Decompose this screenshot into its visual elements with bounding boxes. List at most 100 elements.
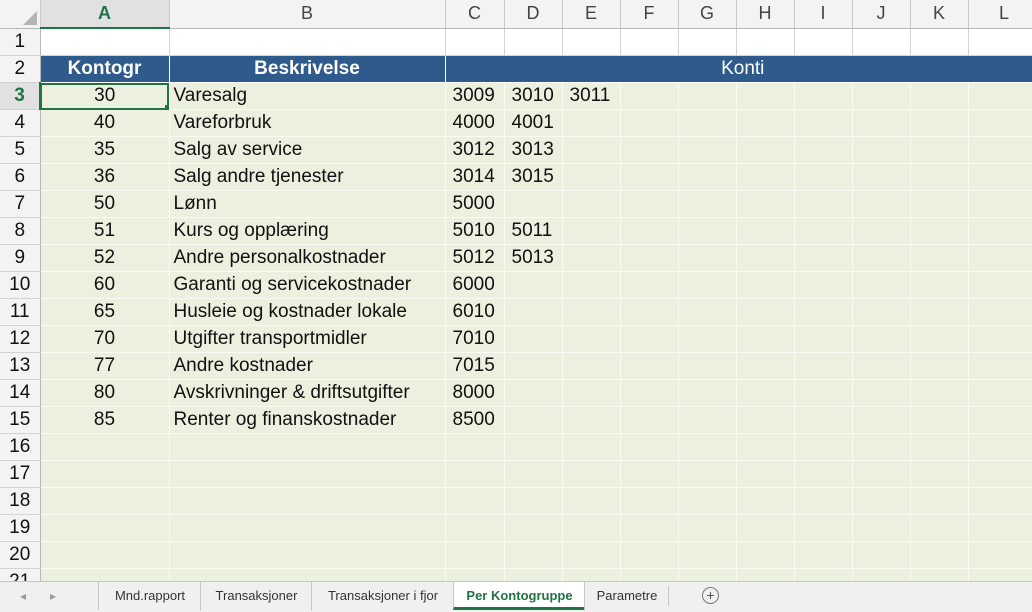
cell[interactable]: [910, 271, 969, 299]
cell[interactable]: [794, 244, 853, 272]
cell[interactable]: [620, 352, 679, 380]
beskrivelse-cell[interactable]: Avskrivninger & driftsutgifter: [169, 379, 446, 407]
cell[interactable]: [910, 136, 969, 164]
cell[interactable]: [678, 190, 737, 218]
konto-cell[interactable]: 7010: [445, 325, 505, 353]
cell[interactable]: [678, 433, 737, 461]
cell[interactable]: [169, 487, 446, 515]
header-konti[interactable]: Konti: [445, 55, 1032, 83]
row-header[interactable]: 14: [0, 379, 41, 407]
cell[interactable]: [852, 109, 911, 137]
cell[interactable]: [678, 271, 737, 299]
row-header[interactable]: 5: [0, 136, 41, 164]
cell[interactable]: [968, 271, 1032, 299]
cell[interactable]: [620, 568, 679, 581]
cell[interactable]: [620, 163, 679, 191]
konto-cell[interactable]: 5010: [445, 217, 505, 245]
column-header-c[interactable]: C: [445, 0, 505, 29]
row-header[interactable]: 10: [0, 271, 41, 299]
kontogr-cell[interactable]: 51: [40, 217, 170, 245]
cell[interactable]: [620, 82, 679, 110]
konto-cell[interactable]: 3015: [504, 163, 563, 191]
cell[interactable]: [910, 379, 969, 407]
cell[interactable]: [910, 82, 969, 110]
row-header[interactable]: 6: [0, 163, 41, 191]
sheet-tab-per-kontogruppe[interactable]: Per Kontogruppe: [453, 582, 585, 610]
cell[interactable]: [968, 190, 1032, 218]
cell[interactable]: [504, 541, 563, 569]
cell[interactable]: [968, 541, 1032, 569]
cell[interactable]: [794, 406, 853, 434]
cell[interactable]: [910, 433, 969, 461]
cell[interactable]: [504, 514, 563, 542]
cell[interactable]: [968, 460, 1032, 488]
column-header-g[interactable]: G: [678, 0, 737, 29]
cell[interactable]: [794, 487, 853, 515]
cell[interactable]: [40, 487, 170, 515]
cell[interactable]: [504, 460, 563, 488]
cell[interactable]: [678, 217, 737, 245]
konto-cell[interactable]: [504, 325, 563, 353]
cell[interactable]: [736, 190, 795, 218]
column-header-b[interactable]: B: [169, 0, 446, 29]
cell[interactable]: [678, 379, 737, 407]
beskrivelse-cell[interactable]: Andre personalkostnader: [169, 244, 446, 272]
cell[interactable]: [504, 433, 563, 461]
konto-cell[interactable]: [562, 379, 621, 407]
cell[interactable]: [910, 487, 969, 515]
kontogr-cell[interactable]: 85: [40, 406, 170, 434]
row-header[interactable]: 15: [0, 406, 41, 434]
cell[interactable]: [910, 406, 969, 434]
sheet-tab-parametre[interactable]: Parametre: [584, 582, 669, 610]
konto-cell[interactable]: [562, 190, 621, 218]
cell[interactable]: [794, 109, 853, 137]
column-header-d[interactable]: D: [504, 0, 563, 29]
cell[interactable]: [852, 433, 911, 461]
cell[interactable]: [852, 271, 911, 299]
konto-cell[interactable]: [562, 406, 621, 434]
row-header[interactable]: 11: [0, 298, 41, 326]
cell[interactable]: [794, 190, 853, 218]
row-header[interactable]: 9: [0, 244, 41, 272]
header-beskrivelse[interactable]: Beskrivelse: [169, 55, 446, 83]
cell[interactable]: [968, 163, 1032, 191]
kontogr-cell[interactable]: 70: [40, 325, 170, 353]
cell[interactable]: [968, 406, 1032, 434]
row-header[interactable]: 4: [0, 109, 41, 137]
plus-circle-icon[interactable]: +: [702, 587, 719, 604]
cell[interactable]: [678, 487, 737, 515]
sheet-tab-transaksjoner-i-fjor[interactable]: Transaksjoner i fjor: [311, 582, 454, 610]
cell[interactable]: [736, 487, 795, 515]
konto-cell[interactable]: 3013: [504, 136, 563, 164]
cell[interactable]: [910, 514, 969, 542]
konto-cell[interactable]: 6000: [445, 271, 505, 299]
cell[interactable]: [968, 109, 1032, 137]
konto-cell[interactable]: 8000: [445, 379, 505, 407]
konto-cell[interactable]: 5000: [445, 190, 505, 218]
cell[interactable]: [910, 541, 969, 569]
sheet-tab-mnd-rapport[interactable]: Mnd.rapport: [98, 582, 201, 610]
cell[interactable]: [852, 325, 911, 353]
konto-cell[interactable]: [562, 109, 621, 137]
cell[interactable]: [40, 460, 170, 488]
konto-cell[interactable]: 3012: [445, 136, 505, 164]
cell[interactable]: [968, 28, 1032, 56]
cell[interactable]: [794, 271, 853, 299]
cell[interactable]: [445, 433, 505, 461]
cell[interactable]: [445, 568, 505, 581]
cell[interactable]: [910, 244, 969, 272]
cell[interactable]: [40, 28, 170, 56]
konto-cell[interactable]: [504, 298, 563, 326]
cell[interactable]: [736, 514, 795, 542]
cell[interactable]: [620, 433, 679, 461]
konto-cell[interactable]: 7015: [445, 352, 505, 380]
konto-cell[interactable]: 3010: [504, 82, 563, 110]
row-header[interactable]: 12: [0, 325, 41, 353]
cell[interactable]: [562, 28, 621, 56]
cell[interactable]: [678, 352, 737, 380]
cell[interactable]: [852, 568, 911, 581]
cell[interactable]: [736, 568, 795, 581]
cell[interactable]: [169, 541, 446, 569]
cell[interactable]: [852, 82, 911, 110]
konto-cell[interactable]: [504, 406, 563, 434]
